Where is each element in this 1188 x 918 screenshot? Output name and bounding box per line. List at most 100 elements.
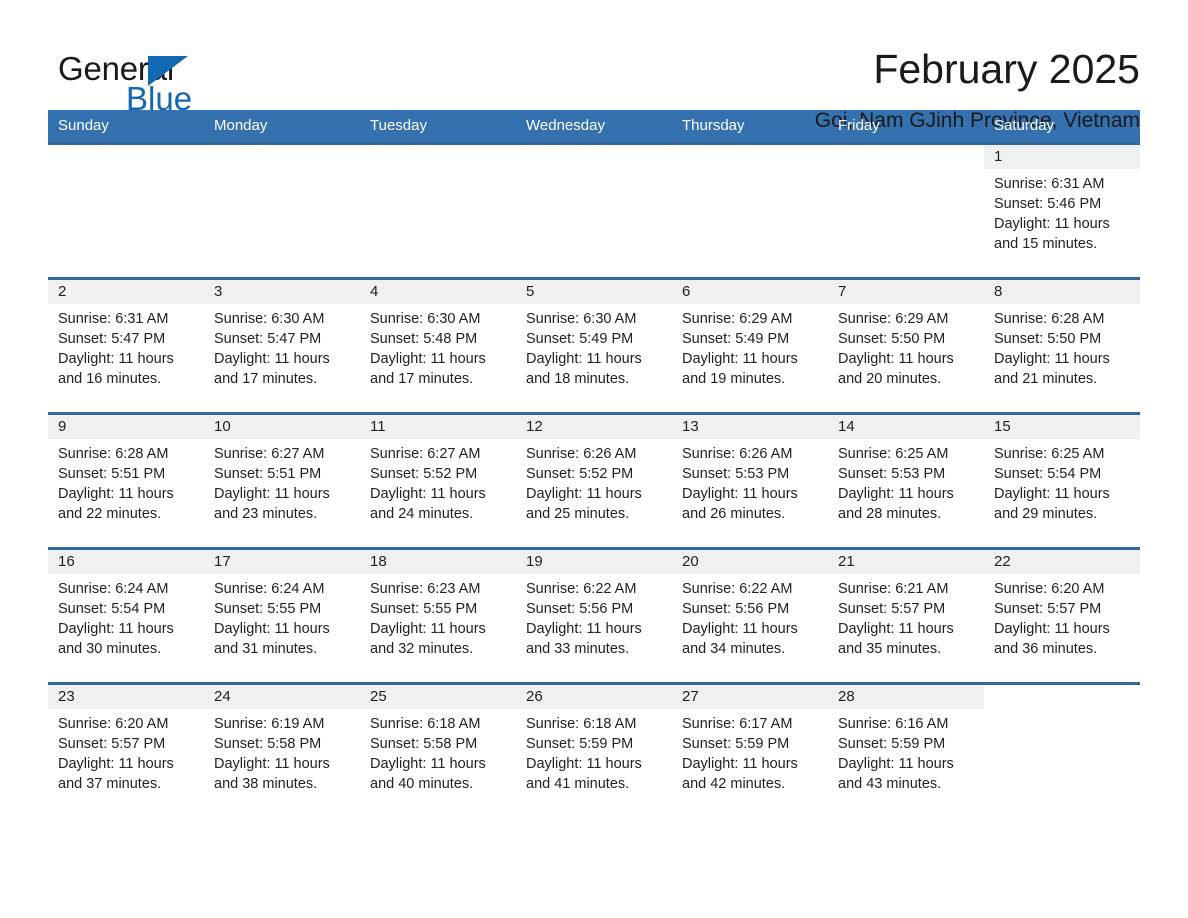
day-cell-content: 10 Sunrise: 6:27 AM Sunset: 5:51 PM Dayligh… xyxy=(204,415,360,547)
daylight-duration: Daylight: 11 hours and 29 minutes. xyxy=(994,486,1110,522)
day-details: Sunrise: 6:30 AM Sunset: 5:48 PM Daylight:… xyxy=(360,304,516,389)
sunrise-time: Sunrise: 6:26 AM xyxy=(526,446,637,462)
calendar-day-cell[interactable]: 4 Sunrise: 6:30 AM Sunset: 5:48 PM Daylight… xyxy=(360,277,516,414)
calendar-day-cell[interactable]: 16 Sunrise: 6:24 AM Sunset: 5:54 PM Dayligh… xyxy=(48,547,204,684)
day-cell-content: 24 Sunrise: 6:19 AM Sunset: 5:58 PM Dayligh… xyxy=(204,685,360,817)
day-cell-content xyxy=(204,145,360,277)
calendar-day-cell[interactable]: 6 Sunrise: 6:29 AM Sunset: 5:49 PM Daylight… xyxy=(672,277,828,414)
calendar-day-cell[interactable] xyxy=(360,142,516,279)
sunset-time: Sunset: 5:59 PM xyxy=(838,736,946,752)
calendar-day-cell[interactable]: 1 Sunrise: 6:31 AM Sunset: 5:46 PM Daylight… xyxy=(984,142,1140,279)
day-details: Sunrise: 6:24 AM Sunset: 5:54 PM Daylight:… xyxy=(48,574,204,659)
day-cell-content: 9 Sunrise: 6:28 AM Sunset: 5:51 PM Daylight… xyxy=(48,415,204,547)
daylight-duration: Daylight: 11 hours and 20 minutes. xyxy=(838,351,954,387)
calendar-day-cell[interactable] xyxy=(48,142,204,279)
calendar-week-row: 1 Sunrise: 6:31 AM Sunset: 5:46 PM Daylight… xyxy=(48,142,1140,279)
sunset-time: Sunset: 5:52 PM xyxy=(370,466,478,482)
calendar-day-cell[interactable]: 15 Sunrise: 6:25 AM Sunset: 5:54 PM Dayligh… xyxy=(984,412,1140,549)
day-number: 23 xyxy=(48,685,204,709)
day-cell-content xyxy=(984,685,1140,817)
calendar-day-cell[interactable] xyxy=(828,142,984,279)
sunrise-time: Sunrise: 6:18 AM xyxy=(370,716,481,732)
calendar-day-cell[interactable]: 25 Sunrise: 6:18 AM Sunset: 5:58 PM Dayligh… xyxy=(360,682,516,817)
day-details: Sunrise: 6:20 AM Sunset: 5:57 PM Daylight:… xyxy=(984,574,1140,659)
calendar-day-cell[interactable]: 8 Sunrise: 6:28 AM Sunset: 5:50 PM Daylight… xyxy=(984,277,1140,414)
sunset-time: Sunset: 5:56 PM xyxy=(682,601,790,617)
sunrise-time: Sunrise: 6:29 AM xyxy=(682,311,793,327)
calendar-week-row: 23 Sunrise: 6:20 AM Sunset: 5:57 PM Dayligh… xyxy=(48,682,1140,817)
sunset-time: Sunset: 5:51 PM xyxy=(58,466,166,482)
daylight-duration: Daylight: 11 hours and 42 minutes. xyxy=(682,756,798,792)
day-cell-content xyxy=(516,145,672,277)
day-details: Sunrise: 6:30 AM Sunset: 5:47 PM Daylight:… xyxy=(204,304,360,389)
calendar-day-cell[interactable]: 17 Sunrise: 6:24 AM Sunset: 5:55 PM Dayligh… xyxy=(204,547,360,684)
calendar-day-cell[interactable]: 5 Sunrise: 6:30 AM Sunset: 5:49 PM Daylight… xyxy=(516,277,672,414)
day-details: Sunrise: 6:20 AM Sunset: 5:57 PM Daylight:… xyxy=(48,709,204,794)
daylight-duration: Daylight: 11 hours and 18 minutes. xyxy=(526,351,642,387)
sunset-time: Sunset: 5:50 PM xyxy=(838,331,946,347)
day-cell-content: 8 Sunrise: 6:28 AM Sunset: 5:50 PM Daylight… xyxy=(984,280,1140,412)
calendar-day-cell[interactable]: 24 Sunrise: 6:19 AM Sunset: 5:58 PM Dayligh… xyxy=(204,682,360,817)
calendar-week-row: 9 Sunrise: 6:28 AM Sunset: 5:51 PM Daylight… xyxy=(48,412,1140,549)
sunrise-time: Sunrise: 6:30 AM xyxy=(214,311,325,327)
calendar-day-cell[interactable]: 27 Sunrise: 6:17 AM Sunset: 5:59 PM Dayligh… xyxy=(672,682,828,817)
calendar-day-cell[interactable]: 23 Sunrise: 6:20 AM Sunset: 5:57 PM Dayligh… xyxy=(48,682,204,817)
day-details: Sunrise: 6:21 AM Sunset: 5:57 PM Daylight:… xyxy=(828,574,984,659)
sunrise-time: Sunrise: 6:21 AM xyxy=(838,581,949,597)
sunset-time: Sunset: 5:59 PM xyxy=(526,736,634,752)
day-details: Sunrise: 6:19 AM Sunset: 5:58 PM Daylight:… xyxy=(204,709,360,794)
calendar-day-cell[interactable]: 14 Sunrise: 6:25 AM Sunset: 5:53 PM Dayligh… xyxy=(828,412,984,549)
day-details: Sunrise: 6:27 AM Sunset: 5:51 PM Daylight:… xyxy=(204,439,360,524)
day-number: 10 xyxy=(204,415,360,439)
calendar-day-cell[interactable]: 18 Sunrise: 6:23 AM Sunset: 5:55 PM Dayligh… xyxy=(360,547,516,684)
sunrise-time: Sunrise: 6:20 AM xyxy=(994,581,1105,597)
calendar-day-cell[interactable]: 26 Sunrise: 6:18 AM Sunset: 5:59 PM Dayligh… xyxy=(516,682,672,817)
calendar-week-row: 16 Sunrise: 6:24 AM Sunset: 5:54 PM Dayligh… xyxy=(48,547,1140,684)
calendar-day-cell[interactable] xyxy=(516,142,672,279)
calendar-day-cell[interactable]: 2 Sunrise: 6:31 AM Sunset: 5:47 PM Daylight… xyxy=(48,277,204,414)
sunset-time: Sunset: 5:59 PM xyxy=(682,736,790,752)
calendar-day-cell[interactable]: 10 Sunrise: 6:27 AM Sunset: 5:51 PM Dayligh… xyxy=(204,412,360,549)
day-details: Sunrise: 6:31 AM Sunset: 5:47 PM Daylight:… xyxy=(48,304,204,389)
day-cell-content: 22 Sunrise: 6:20 AM Sunset: 5:57 PM Dayligh… xyxy=(984,550,1140,682)
calendar-day-cell[interactable]: 11 Sunrise: 6:27 AM Sunset: 5:52 PM Dayligh… xyxy=(360,412,516,549)
calendar-day-cell[interactable] xyxy=(204,142,360,279)
sunrise-time: Sunrise: 6:22 AM xyxy=(526,581,637,597)
day-cell-content: 13 Sunrise: 6:26 AM Sunset: 5:53 PM Dayligh… xyxy=(672,415,828,547)
day-details: Sunrise: 6:29 AM Sunset: 5:50 PM Daylight:… xyxy=(828,304,984,389)
day-details: Sunrise: 6:22 AM Sunset: 5:56 PM Daylight:… xyxy=(516,574,672,659)
calendar-day-cell[interactable]: 13 Sunrise: 6:26 AM Sunset: 5:53 PM Dayligh… xyxy=(672,412,828,549)
day-number: 28 xyxy=(828,685,984,709)
day-details: Sunrise: 6:31 AM Sunset: 5:46 PM Daylight:… xyxy=(984,169,1140,254)
sunrise-time: Sunrise: 6:24 AM xyxy=(58,581,169,597)
calendar-day-cell[interactable]: 9 Sunrise: 6:28 AM Sunset: 5:51 PM Daylight… xyxy=(48,412,204,549)
sunrise-time: Sunrise: 6:18 AM xyxy=(526,716,637,732)
calendar-day-cell[interactable]: 3 Sunrise: 6:30 AM Sunset: 5:47 PM Daylight… xyxy=(204,277,360,414)
calendar-day-cell[interactable]: 12 Sunrise: 6:26 AM Sunset: 5:52 PM Dayligh… xyxy=(516,412,672,549)
calendar-day-cell[interactable]: 7 Sunrise: 6:29 AM Sunset: 5:50 PM Daylight… xyxy=(828,277,984,414)
sunrise-time: Sunrise: 6:30 AM xyxy=(370,311,481,327)
day-details: Sunrise: 6:18 AM Sunset: 5:58 PM Daylight:… xyxy=(360,709,516,794)
sunset-time: Sunset: 5:51 PM xyxy=(214,466,322,482)
calendar-day-cell[interactable]: 21 Sunrise: 6:21 AM Sunset: 5:57 PM Dayligh… xyxy=(828,547,984,684)
calendar-day-cell[interactable] xyxy=(984,682,1140,817)
day-cell-content: 2 Sunrise: 6:31 AM Sunset: 5:47 PM Daylight… xyxy=(48,280,204,412)
calendar-day-cell[interactable]: 22 Sunrise: 6:20 AM Sunset: 5:57 PM Dayligh… xyxy=(984,547,1140,684)
calendar-day-cell[interactable] xyxy=(672,142,828,279)
daylight-duration: Daylight: 11 hours and 17 minutes. xyxy=(214,351,330,387)
general-blue-logo: General Blue xyxy=(48,44,208,116)
page-header: General Blue February 2025 Goi, Nam GJin… xyxy=(48,0,1140,132)
day-cell-content: 25 Sunrise: 6:18 AM Sunset: 5:58 PM Dayligh… xyxy=(360,685,516,817)
daylight-duration: Daylight: 11 hours and 24 minutes. xyxy=(370,486,486,522)
day-number: 16 xyxy=(48,550,204,574)
day-number: 1 xyxy=(984,145,1140,169)
day-number: 3 xyxy=(204,280,360,304)
calendar-day-cell[interactable]: 19 Sunrise: 6:22 AM Sunset: 5:56 PM Dayligh… xyxy=(516,547,672,684)
calendar-day-cell[interactable]: 20 Sunrise: 6:22 AM Sunset: 5:56 PM Dayligh… xyxy=(672,547,828,684)
day-number: 8 xyxy=(984,280,1140,304)
sunset-time: Sunset: 5:56 PM xyxy=(526,601,634,617)
sunset-time: Sunset: 5:58 PM xyxy=(214,736,322,752)
day-number: 5 xyxy=(516,280,672,304)
day-details: Sunrise: 6:25 AM Sunset: 5:54 PM Daylight:… xyxy=(984,439,1140,524)
calendar-day-cell[interactable]: 28 Sunrise: 6:16 AM Sunset: 5:59 PM Dayligh… xyxy=(828,682,984,817)
